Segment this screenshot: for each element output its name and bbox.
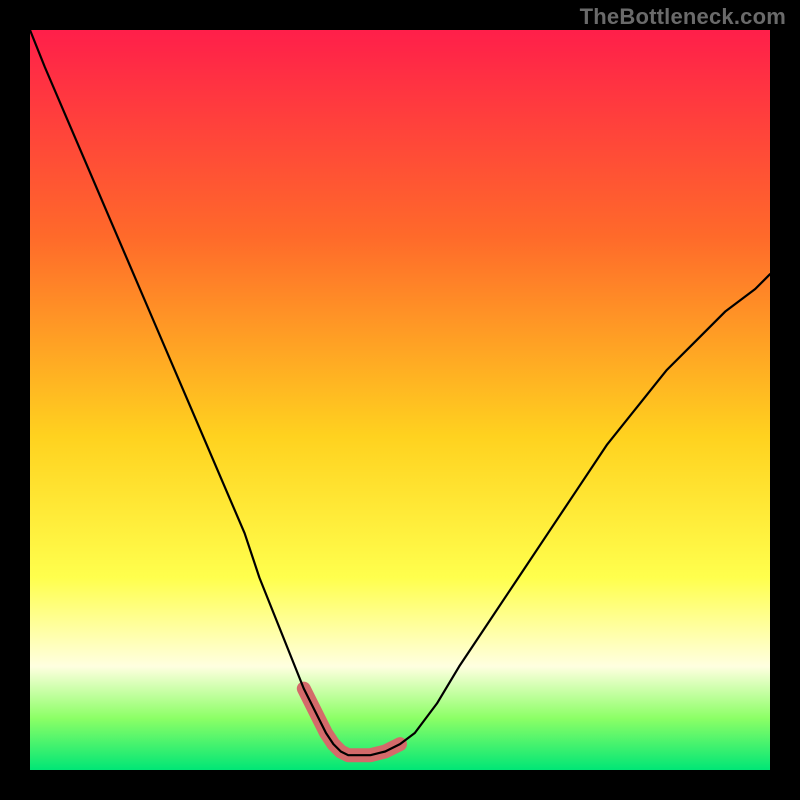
bottleneck-chart xyxy=(0,0,800,800)
chart-frame: TheBottleneck.com xyxy=(0,0,800,800)
plot-background xyxy=(30,30,770,770)
